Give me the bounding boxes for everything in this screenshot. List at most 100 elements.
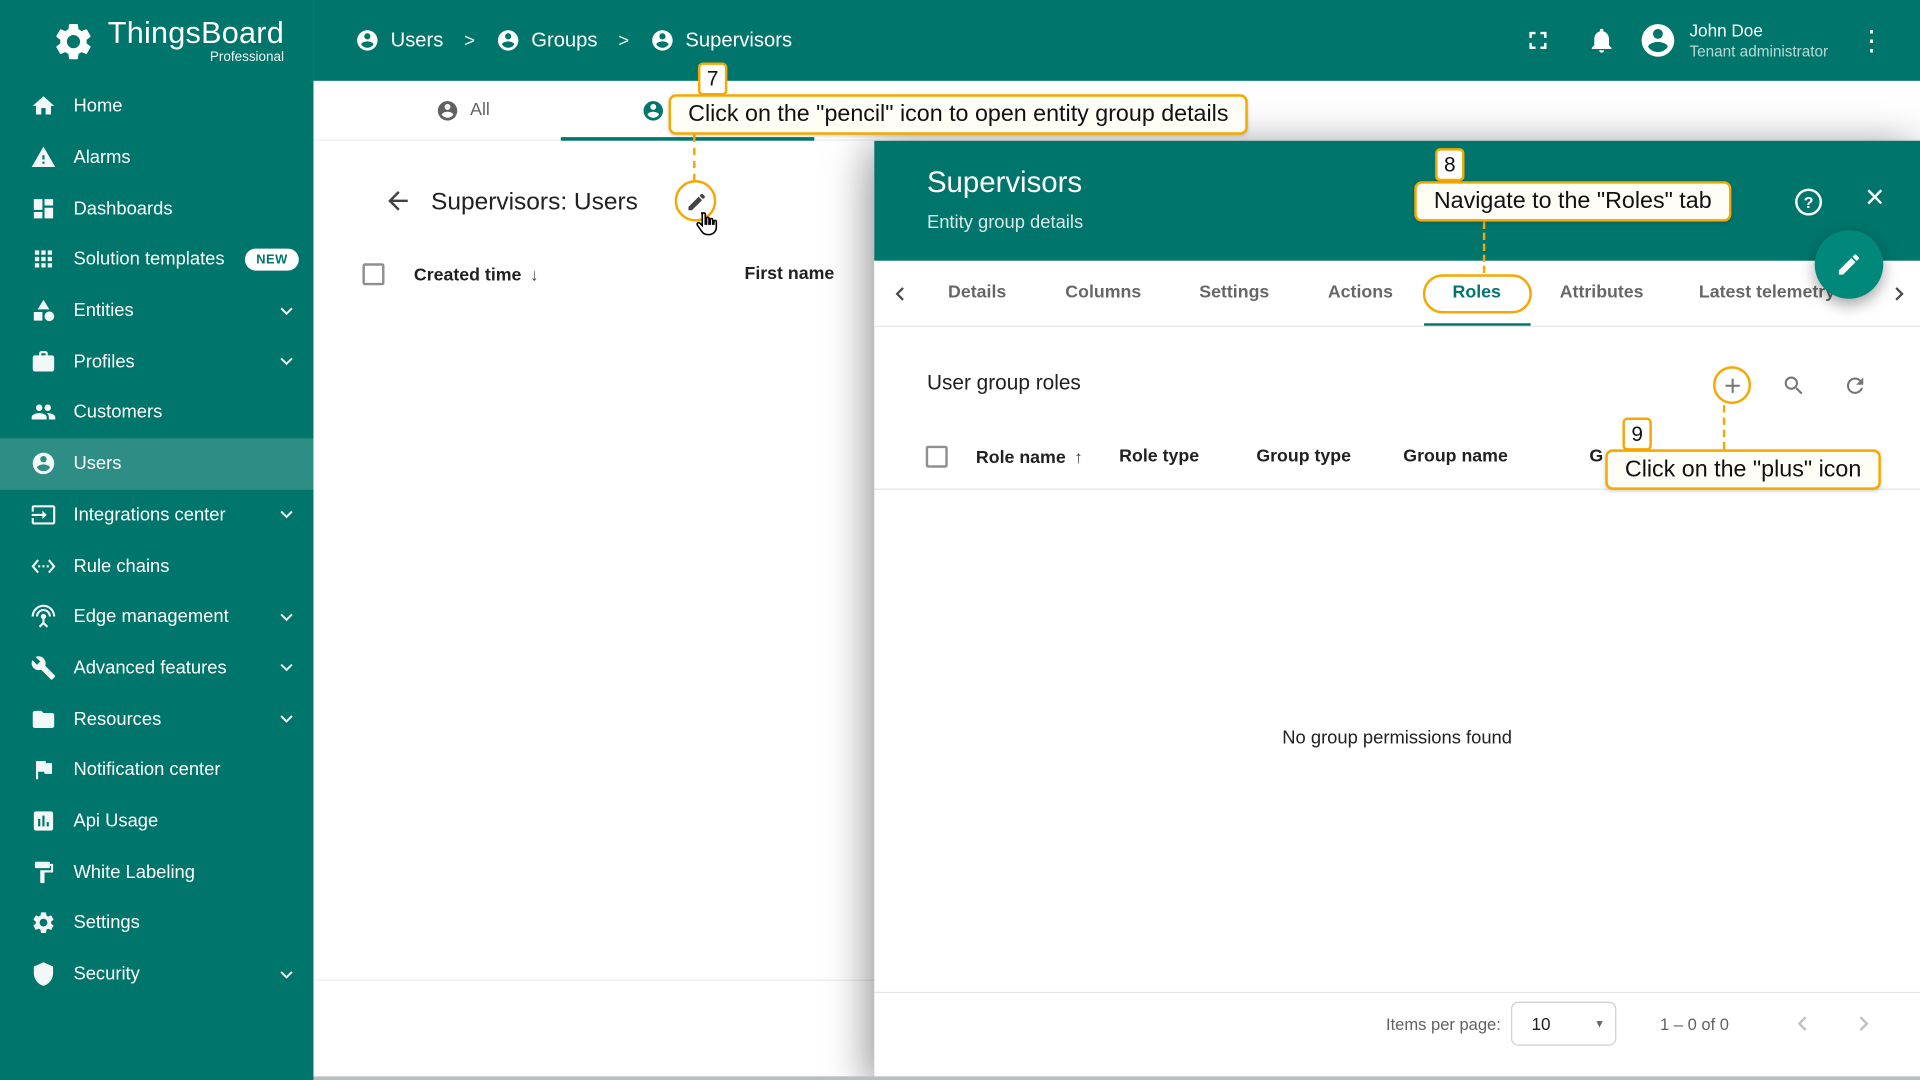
tabs-scroll-left-icon[interactable] xyxy=(887,280,914,307)
breadcrumb-separator: > xyxy=(618,30,629,51)
column-header-created-time[interactable]: Created time ↓ xyxy=(414,264,539,285)
chevron-down-icon xyxy=(274,962,298,986)
table-footer-divider xyxy=(313,980,874,981)
sidebar-nav: Home Alarms Dashboards Solution template… xyxy=(0,81,313,1000)
sidebar-item-entities[interactable]: Entities xyxy=(0,285,313,336)
back-arrow-icon[interactable] xyxy=(383,186,412,215)
users-table-panel: Supervisors: Users Created time ↓ First n… xyxy=(313,141,874,1080)
edit-group-pencil-icon[interactable] xyxy=(686,191,708,213)
tab-roles[interactable]: Roles xyxy=(1453,261,1501,326)
column-label: Group name xyxy=(1403,447,1508,467)
chevron-down-icon xyxy=(274,349,298,373)
sidebar-item-rule-chains[interactable]: Rule chains xyxy=(0,540,313,591)
sidebar-item-customers[interactable]: Customers xyxy=(0,387,313,438)
tab-label: All xyxy=(470,100,490,120)
tabs-scroll-right-icon[interactable] xyxy=(1886,280,1913,307)
sidebar-item-solution-templates[interactable]: Solution templates NEW xyxy=(0,234,313,285)
sidebar-item-profiles[interactable]: Profiles xyxy=(0,336,313,387)
avatar[interactable] xyxy=(1638,21,1677,60)
sidebar-item-label: Dashboards xyxy=(73,198,172,219)
user-group-icon xyxy=(496,28,520,52)
sidebar-item-label: White Labeling xyxy=(73,862,195,883)
users-icon xyxy=(31,451,57,477)
sidebar-item-api-usage[interactable]: Api Usage xyxy=(0,795,313,846)
solution-templates-icon xyxy=(31,247,57,273)
kebab-menu-icon[interactable]: ⋮ xyxy=(1858,26,1886,54)
sidebar-item-label: Settings xyxy=(73,913,139,934)
home-icon xyxy=(31,93,57,119)
breadcrumb-separator: > xyxy=(464,30,475,51)
sidebar-item-resources[interactable]: Resources xyxy=(0,693,313,744)
pagination-range: 1 – 0 of 0 xyxy=(1660,1014,1729,1032)
sidebar-item-integrations-center[interactable]: Integrations center xyxy=(0,489,313,540)
breadcrumb-users[interactable]: Users xyxy=(355,28,443,52)
sidebar-item-label: Customers xyxy=(73,402,162,423)
app-window: ThingsBoard Professional Home Alarms Das… xyxy=(0,0,1920,1080)
logo-subtitle: Professional xyxy=(108,50,284,65)
resources-icon xyxy=(31,706,57,732)
tab-attributes[interactable]: Attributes xyxy=(1560,261,1644,326)
thingsboard-logo[interactable]: ThingsBoard Professional xyxy=(0,0,313,65)
entities-icon xyxy=(31,298,57,324)
tab-all[interactable]: All xyxy=(365,81,561,140)
column-header-group-name[interactable]: Group name xyxy=(1403,447,1508,467)
table-header-divider xyxy=(874,489,1920,490)
select-all-checkbox[interactable] xyxy=(362,263,384,285)
column-header-first-name[interactable]: First name xyxy=(744,264,834,284)
integrations-icon xyxy=(31,502,57,528)
customers-icon xyxy=(31,400,57,426)
active-tab-underline xyxy=(561,137,814,140)
user-info: John Doe Tenant administrator xyxy=(1689,19,1828,61)
search-icon[interactable] xyxy=(1782,373,1806,397)
tab-supervisors[interactable] xyxy=(561,81,814,140)
column-header-group-type[interactable]: Group type xyxy=(1256,447,1351,467)
sidebar-item-settings[interactable]: Settings xyxy=(0,898,313,949)
column-header-role-name[interactable]: Role name↑ xyxy=(976,447,1083,468)
white-labeling-icon xyxy=(31,859,57,885)
active-tab-ink-bar xyxy=(1424,323,1531,326)
sidebar-item-notification-center[interactable]: Notification center xyxy=(0,744,313,795)
column-header-role-type[interactable]: Role type xyxy=(1119,447,1199,467)
add-role-plus-icon[interactable] xyxy=(1720,373,1744,397)
help-icon[interactable]: ? xyxy=(1795,189,1822,216)
sidebar-item-users[interactable]: Users xyxy=(0,438,313,489)
sidebar-item-home[interactable]: Home xyxy=(0,81,313,132)
settings-icon xyxy=(31,910,57,936)
items-per-page-value: 10 xyxy=(1531,1014,1550,1034)
sidebar-item-dashboards[interactable]: Dashboards xyxy=(0,183,313,234)
security-icon xyxy=(31,961,57,987)
dialog-tab-bar: Details Columns Settings Actions Roles A… xyxy=(874,261,1920,327)
edit-fab-button[interactable] xyxy=(1815,230,1884,299)
items-per-page-select[interactable]: 10 ▾ xyxy=(1511,1002,1616,1046)
breadcrumb-groups[interactable]: Groups xyxy=(496,28,598,52)
items-per-page-label: Items per page: xyxy=(1386,1014,1501,1032)
sidebar-item-alarms[interactable]: Alarms xyxy=(0,132,313,183)
sidebar-item-label: Api Usage xyxy=(73,811,158,832)
previous-page-icon[interactable] xyxy=(1788,1009,1817,1038)
column-label: Group type xyxy=(1256,447,1351,467)
sidebar-item-edge-management[interactable]: Edge management xyxy=(0,591,313,642)
tab-actions[interactable]: Actions xyxy=(1328,261,1393,326)
page-title: Supervisors: Users xyxy=(431,189,638,217)
next-page-icon[interactable] xyxy=(1849,1009,1878,1038)
tab-settings[interactable]: Settings xyxy=(1199,261,1269,326)
column-label: Created time xyxy=(414,266,522,286)
tab-columns[interactable]: Columns xyxy=(1065,261,1141,326)
sort-desc-icon: ↓ xyxy=(530,264,539,284)
sidebar-item-security[interactable]: Security xyxy=(0,949,313,1000)
tab-details[interactable]: Details xyxy=(948,261,1006,326)
refresh-icon[interactable] xyxy=(1843,373,1867,397)
fullscreen-icon[interactable] xyxy=(1523,26,1552,55)
sidebar-item-label: Rule chains xyxy=(73,555,169,576)
notifications-bell-icon[interactable] xyxy=(1587,26,1616,55)
sidebar-item-advanced-features[interactable]: Advanced features xyxy=(0,642,313,693)
sidebar-item-white-labeling[interactable]: White Labeling xyxy=(0,847,313,898)
chevron-down-icon xyxy=(274,502,298,526)
logo-title: ThingsBoard xyxy=(108,17,284,50)
user-role: Tenant administrator xyxy=(1689,42,1828,62)
breadcrumb-supervisors[interactable]: Supervisors xyxy=(650,28,792,52)
close-icon[interactable]: × xyxy=(1865,181,1884,214)
section-title: User group roles xyxy=(927,371,1081,395)
select-all-roles-checkbox[interactable] xyxy=(926,446,948,468)
dialog-header: Supervisors Entity group details ? × xyxy=(874,141,1920,261)
